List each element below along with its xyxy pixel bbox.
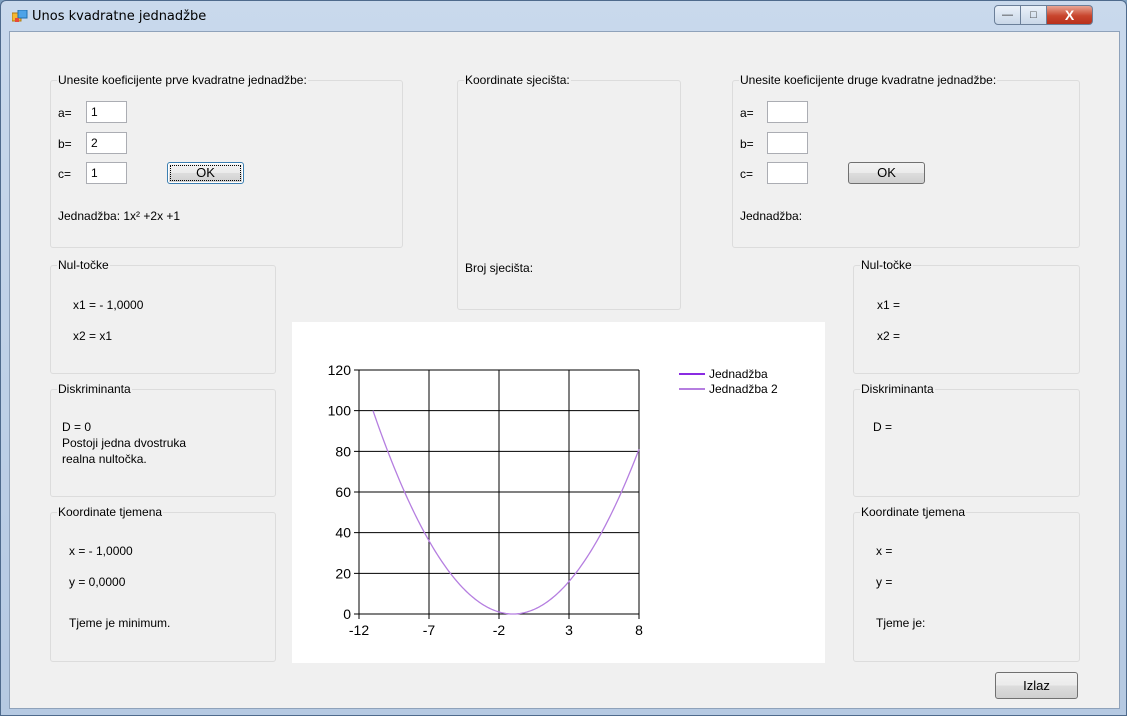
first-vertex-x: x = - 1,0000 — [69, 544, 133, 558]
second-vertex-type: Tjeme je: — [876, 616, 926, 630]
chart-area: 0 20 40 60 80 100 120 -12 -7 -2 3 8 Jednadžba Jednadž… — [292, 322, 825, 663]
second-vertex-y: y = — [876, 575, 893, 589]
close-button[interactable]: X — [1047, 5, 1093, 25]
app-icon — [12, 10, 28, 22]
first-discriminant-value: D = 0 — [62, 420, 92, 434]
y-tick-label: 60 — [335, 484, 351, 500]
legend-label: Jednadžba — [709, 367, 768, 381]
focus-rect — [170, 165, 241, 181]
first-x1-text: x1 = - 1,0000 — [73, 298, 144, 312]
legend-label: Jednadžba 2 — [709, 382, 778, 396]
first-ok-button[interactable]: OK — [167, 162, 244, 184]
exit-label: Izlaz — [1023, 678, 1050, 693]
intersections-title: Koordinate sjecišta: — [464, 73, 571, 87]
first-a-label: a= — [58, 106, 72, 120]
intersections-group: Koordinate sjecišta: — [457, 73, 681, 310]
second-discriminant-group: Diskriminanta — [853, 382, 1080, 497]
first-c-input[interactable]: 1 — [86, 162, 127, 184]
first-equation-text: Jednadžba: 1x² +2x +1 — [58, 209, 181, 223]
second-b-input[interactable] — [767, 132, 808, 154]
first-discriminant-title: Diskriminanta — [57, 382, 132, 396]
first-roots-group: Nul-točke — [50, 258, 276, 374]
second-coefficients-title: Unesite koeficijente druge kvadratne jed… — [739, 73, 998, 87]
first-discriminant-note-2: realna nultočka. — [62, 452, 147, 466]
x-tick-label: 8 — [635, 622, 643, 638]
parabola-chart: 0 20 40 60 80 100 120 -12 -7 -2 3 8 JednadžbaJednadž… — [328, 362, 778, 638]
second-discriminant-title: Diskriminanta — [860, 382, 935, 396]
first-b-input[interactable]: 2 — [86, 132, 127, 154]
minimize-icon: — — [1002, 9, 1013, 21]
first-b-label: b= — [58, 137, 72, 151]
first-vertex-title: Koordinate tjemena — [57, 505, 164, 519]
first-roots-title: Nul-točke — [57, 258, 110, 272]
window-title: Unos kvadratne jednadžbe — [32, 9, 207, 24]
maximize-icon: □ — [1030, 9, 1037, 21]
second-roots-group: Nul-točke — [853, 258, 1080, 374]
y-tick-label: 120 — [328, 362, 352, 378]
minimize-button[interactable]: — — [994, 5, 1021, 25]
second-vertex-title: Koordinate tjemena — [860, 505, 967, 519]
y-tick-label: 80 — [335, 443, 351, 459]
exit-button[interactable]: Izlaz — [995, 672, 1078, 699]
first-x2-text: x2 = x1 — [73, 329, 113, 343]
second-a-input[interactable] — [767, 101, 808, 123]
second-x2-text: x2 = — [877, 329, 901, 343]
y-tick-label: 100 — [328, 403, 352, 419]
close-icon: X — [1064, 7, 1075, 23]
x-tick-label: -7 — [423, 622, 436, 638]
second-equation-text: Jednadžba: — [740, 209, 803, 223]
second-x1-text: x1 = — [877, 298, 901, 312]
x-tick-label: 3 — [565, 622, 573, 638]
y-tick-label: 20 — [335, 565, 351, 581]
first-coefficients-title: Unesite koeficijente prve kvadratne jedn… — [57, 73, 308, 87]
y-tick-label: 0 — [343, 606, 351, 622]
second-c-input[interactable] — [767, 162, 808, 184]
first-c-label: c= — [58, 167, 72, 181]
second-a-label: a= — [740, 106, 754, 120]
second-ok-label: OK — [877, 165, 896, 180]
first-discriminant-note-1: Postoji jedna dvostruka — [62, 436, 187, 450]
y-tick-label: 40 — [335, 525, 351, 541]
maximize-button[interactable]: □ — [1021, 5, 1047, 25]
second-vertex-x: x = — [876, 544, 893, 558]
second-b-label: b= — [740, 137, 754, 151]
second-discriminant-value: D = — [873, 420, 893, 434]
first-vertex-type: Tjeme je minimum. — [69, 616, 171, 630]
x-tick-label: -2 — [493, 622, 506, 638]
main-window: Unos kvadratne jednadžbe — □ X Unesite k… — [0, 0, 1127, 716]
second-roots-title: Nul-točke — [860, 258, 913, 272]
first-vertex-y: y = 0,0000 — [69, 575, 126, 589]
second-ok-button[interactable]: OK — [848, 162, 925, 184]
first-a-input[interactable]: 1 — [86, 101, 127, 123]
second-c-label: c= — [740, 167, 754, 181]
form-client-area: Unesite koeficijente prve kvadratne jedn… — [9, 31, 1120, 709]
title-bar[interactable]: Unos kvadratne jednadžbe — □ X — [1, 1, 1126, 31]
series-line — [372, 410, 640, 615]
intersections-count-label: Broj sjecišta: — [465, 261, 534, 275]
x-tick-label: -12 — [349, 622, 369, 638]
